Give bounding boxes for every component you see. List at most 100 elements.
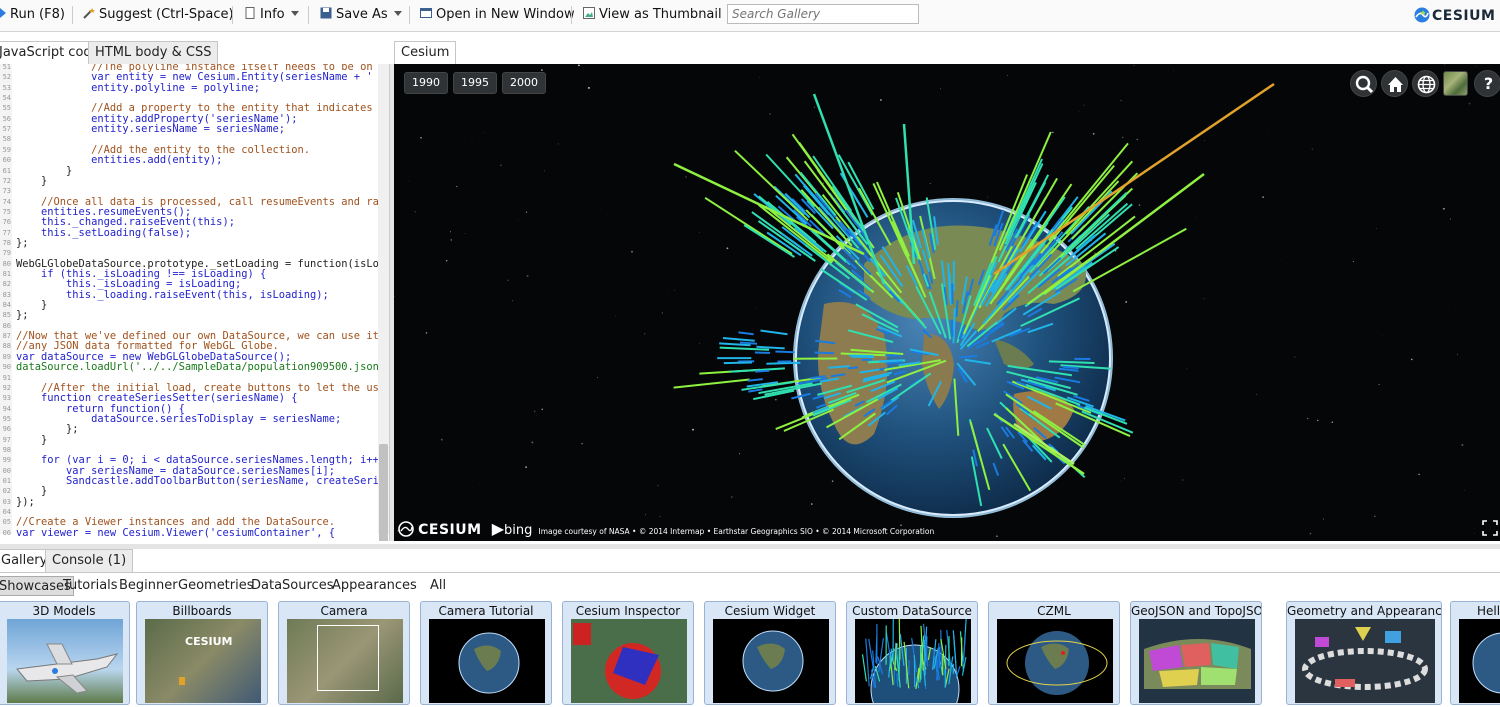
year-button-2000[interactable]: 2000: [502, 72, 546, 94]
code-line: entity.polyline = polyline;: [16, 81, 260, 94]
gallery-card-thumbnail: [1139, 619, 1255, 703]
category-appearances-label: Appearances: [332, 578, 417, 593]
year-button-1990[interactable]: 1990: [404, 72, 448, 94]
gallery-card-billboards[interactable]: Billboards CESIUM: [136, 601, 268, 705]
gallery-card-thumbnail: [1459, 619, 1500, 703]
code-line: };: [16, 309, 29, 322]
gallery-category-tabs: Showcases Tutorials Beginner Geometries …: [0, 574, 1500, 598]
gallery-card-thumbnail: [1295, 619, 1435, 703]
line-number: 56: [2, 114, 11, 123]
line-number: 53: [2, 83, 11, 92]
gallery-card-thumbnail: CESIUM: [145, 619, 261, 703]
save-as-label: Save As: [336, 7, 388, 22]
info-button[interactable]: Info: [244, 4, 299, 26]
category-geometries[interactable]: Geometries: [178, 576, 254, 596]
document-icon: [244, 5, 256, 19]
gallery-card-geojson-topojson[interactable]: GeoJSON and TopoJSON: [1130, 601, 1262, 705]
gallery-card-geometry-appearances[interactable]: Geometry and Appearances: [1286, 601, 1442, 705]
open-new-window-label: Open in New Window: [436, 7, 575, 22]
cesium-logo-text: CESIUM: [1432, 8, 1496, 24]
tab-console-label: Console (1): [52, 553, 127, 568]
geocoder-search-button[interactable]: [1350, 70, 1377, 97]
home-button[interactable]: [1381, 70, 1408, 97]
save-as-button[interactable]: Save As: [320, 4, 402, 26]
category-beginner-label: Beginner: [119, 578, 178, 593]
code-line: entity.seriesName = seriesName;: [16, 123, 285, 136]
line-number: 82: [2, 280, 11, 289]
gallery-card-title: Camera Tutorial: [438, 604, 534, 618]
gallery-card-3d-models[interactable]: 3D Models: [0, 601, 130, 705]
scene-mode-button[interactable]: [1412, 70, 1439, 97]
bing-logo-text: bing: [504, 523, 533, 538]
help-button[interactable]: ?: [1474, 70, 1500, 97]
line-number: 97: [2, 435, 11, 444]
base-layer-picker-button[interactable]: [1443, 71, 1468, 96]
gallery-card-camera-tutorial[interactable]: Camera Tutorial: [420, 601, 552, 705]
line-number: 00: [2, 466, 11, 475]
window-icon: [420, 5, 432, 18]
line-number: 06: [2, 528, 11, 537]
globe-icon: [1417, 75, 1436, 94]
suggest-button[interactable]: Suggest (Ctrl-Space): [83, 4, 234, 26]
search-icon: [1355, 75, 1374, 94]
imagery-credit-text: Image courtesy of NASA • © 2014 Intermap…: [538, 527, 935, 536]
category-all[interactable]: All: [430, 576, 446, 596]
line-number: 86: [2, 321, 11, 330]
code-editor[interactable]: 51 52 53 54 55 56 57 58 59 60 61 72 73 74 75 76 77 78 79 80…: [0, 64, 390, 541]
gallery-card-thumbnail: [713, 619, 829, 703]
category-geometries-label: Geometries: [178, 578, 254, 593]
home-icon: [1388, 77, 1403, 92]
fullscreen-button[interactable]: [1482, 520, 1498, 536]
tab-divider: [0, 572, 1500, 573]
line-number: 02: [2, 487, 11, 496]
gallery-card-cesium-inspector[interactable]: Cesium Inspector: [562, 601, 694, 705]
category-appearances[interactable]: Appearances: [332, 576, 417, 596]
cesium-credit-logo-icon: [398, 521, 414, 537]
line-number: 87: [2, 332, 11, 341]
category-beginner[interactable]: Beginner: [119, 576, 178, 596]
gallery-card-czml[interactable]: CZML: [988, 601, 1120, 705]
editor-vertical-scroll-thumb[interactable]: [379, 444, 388, 541]
gallery-card-cesium-widget[interactable]: Cesium Widget: [704, 601, 836, 705]
gallery-card-custom-datasource[interactable]: Custom DataSource: [846, 601, 978, 705]
gallery-card-title: Hello World: [1477, 604, 1500, 618]
globe-scene[interactable]: [394, 64, 1500, 541]
gallery-card-camera[interactable]: Camera: [278, 601, 410, 705]
tab-console[interactable]: Console (1): [45, 549, 134, 573]
line-number: 85: [2, 311, 11, 320]
category-datasources[interactable]: DataSources: [251, 576, 333, 596]
code-line: Sandcastle.addToolbarButton(seriesName, …: [66, 475, 389, 487]
chevron-down-icon: [290, 11, 299, 16]
bing-logo-icon: ▶: [491, 519, 505, 538]
search-gallery-input[interactable]: [727, 4, 919, 24]
gallery-card-title: Custom DataSource: [852, 604, 972, 618]
code-line: }: [16, 433, 48, 446]
run-button[interactable]: Run (F8): [0, 4, 65, 26]
line-number: 01: [2, 477, 11, 485]
tab-html-body-css[interactable]: HTML body & CSS: [88, 41, 219, 65]
gallery-card-hello-world[interactable]: Hello World: [1450, 601, 1500, 705]
line-number: 60: [2, 156, 11, 165]
bottom-splitter[interactable]: [0, 544, 1500, 549]
open-new-window-button[interactable]: Open in New Window: [420, 4, 575, 26]
chevron-down-icon: [393, 11, 402, 16]
gallery-card-title: Camera: [320, 604, 368, 618]
credits-bar: CESIUM ▶bing Image courtesy of NASA • © …: [398, 519, 934, 538]
cesium-viewer[interactable]: 1990 1995 2000 ? CESIUM ▶bing Image cour…: [394, 64, 1500, 541]
year-button-1995[interactable]: 1995: [453, 72, 497, 94]
camera-rectangle: [317, 625, 379, 691]
code-line: };: [16, 236, 29, 249]
line-number: 80: [2, 259, 11, 268]
view-thumbnail-button[interactable]: View as Thumbnail: [583, 4, 722, 26]
tab-cesium-viewer[interactable]: Cesium: [394, 41, 457, 65]
tab-cesium-viewer-label: Cesium: [401, 45, 450, 60]
line-number: 61: [2, 166, 11, 175]
toolbar: Run (F8) Suggest (Ctrl-Space) Info Save …: [0, 0, 1500, 32]
line-gutter: 51 52 53 54 55 56 57 58 59 60 61 72 73 74 75 76 77 78 79 80…: [0, 64, 12, 537]
suggest-label: Suggest (Ctrl-Space): [99, 7, 234, 22]
toolbar-divider: [232, 6, 233, 24]
category-tutorials[interactable]: Tutorials: [63, 576, 118, 596]
line-number: 91: [2, 373, 11, 382]
gallery-card-title: Cesium Widget: [724, 604, 816, 618]
help-icon: ?: [1483, 74, 1494, 93]
